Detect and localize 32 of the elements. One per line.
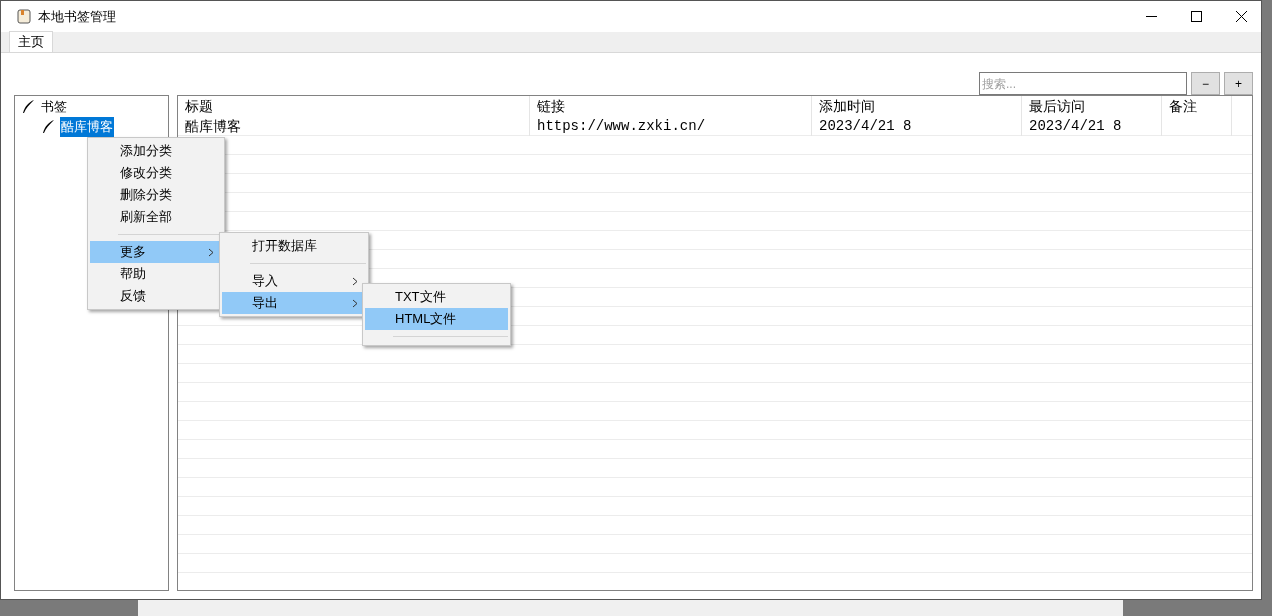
column-header[interactable]: 添加时间 bbox=[812, 96, 1022, 117]
table-cell-text: https://www.zxki.cn/ bbox=[537, 117, 706, 136]
menu-item[interactable]: 添加分类 bbox=[90, 140, 222, 162]
column-header[interactable]: 链接 bbox=[530, 96, 812, 117]
minimize-icon[interactable] bbox=[1146, 15, 1157, 18]
table-cell-text: 2023/4/21 8 bbox=[1029, 117, 1122, 136]
menu-item[interactable]: 帮助 bbox=[90, 263, 222, 285]
column-header[interactable]: 备注 bbox=[1162, 96, 1232, 117]
maximize-icon[interactable] bbox=[1191, 11, 1202, 22]
tree-item[interactable]: 酷库博客 bbox=[60, 117, 114, 137]
close-icon[interactable] bbox=[1236, 11, 1247, 22]
menu-item[interactable]: 删除分类 bbox=[90, 184, 222, 206]
window-title: 本地书签管理 bbox=[38, 7, 116, 26]
toolbar-button[interactable]: + bbox=[1224, 72, 1253, 95]
menu-item[interactable]: TXT文件 bbox=[365, 286, 508, 308]
quill-icon bbox=[41, 119, 55, 135]
quill-icon bbox=[21, 99, 35, 115]
column-header[interactable]: 标题 bbox=[178, 96, 530, 117]
menu-item[interactable]: 更多 bbox=[90, 241, 222, 263]
menu-item[interactable]: 打开数据库 bbox=[222, 235, 366, 257]
menu-item[interactable]: 导入 bbox=[222, 270, 366, 292]
table-cell-text: 2023/4/21 8 bbox=[819, 117, 912, 136]
tab[interactable]: 主页 bbox=[9, 31, 53, 52]
app-icon bbox=[17, 9, 31, 24]
menu-item[interactable]: 刷新全部 bbox=[90, 206, 222, 228]
column-header[interactable]: 最后访问 bbox=[1022, 96, 1162, 117]
menu-item[interactable]: 反馈 bbox=[90, 285, 222, 307]
toolbar-button[interactable]: − bbox=[1191, 72, 1220, 95]
table-cell-text: 酷库博客 bbox=[185, 117, 241, 136]
menu-item[interactable]: HTML文件 bbox=[365, 308, 508, 330]
tree-item[interactable]: 书签 bbox=[40, 97, 68, 117]
menu-item[interactable]: 修改分类 bbox=[90, 162, 222, 184]
